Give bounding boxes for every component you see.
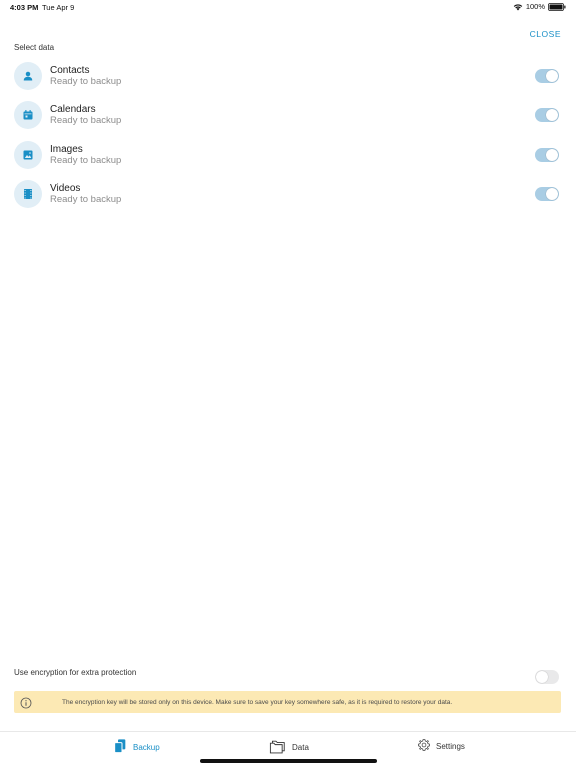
encryption-label: Use encryption for extra protection [14,668,137,677]
toggle-knob [546,187,558,200]
data-list: Contacts Ready to backup Calendars Ready… [0,60,576,217]
home-indicator [200,759,377,763]
item-status: Ready to backup [50,115,122,127]
status-right: 100% [513,2,566,11]
list-item-videos[interactable]: Videos Ready to backup [0,178,576,217]
tab-backup[interactable]: Backup [112,738,160,756]
image-icon [14,140,42,169]
info-icon [20,696,32,709]
list-item-contacts[interactable]: Contacts Ready to backup [0,60,576,99]
images-toggle[interactable] [535,147,559,162]
status-date: Tue Apr 9 [42,3,75,12]
item-label: Calendars [50,104,96,116]
video-icon [14,179,42,208]
item-status: Ready to backup [50,76,122,87]
toggle-knob [546,109,558,122]
encryption-info-text: The encryption key will be stored only o… [62,698,453,706]
tab-data[interactable]: Data [269,738,309,756]
section-title: Select data [14,43,55,52]
folder-icon [269,738,287,756]
toggle-knob [536,671,548,683]
encryption-info-box: The encryption key will be stored only o… [14,691,561,713]
backup-icon [112,738,128,756]
status-bar: 4:03 PM Tue Apr 9 100% [0,0,576,14]
item-label: Images [50,143,83,155]
contacts-icon [14,62,42,90]
battery-percent: 100% [525,2,545,11]
item-label: Contacts [50,65,90,76]
wifi-icon [513,3,523,11]
videos-toggle[interactable] [535,186,559,201]
calendars-toggle[interactable] [535,108,559,123]
calendar-icon [14,101,42,130]
close-button[interactable]: CLOSE [530,29,561,39]
tab-settings[interactable]: Settings [417,738,465,754]
list-item-images[interactable]: Images Ready to backup [0,139,576,178]
status-time: 4:03 PM [10,3,39,12]
tab-label: Settings [436,741,465,751]
encryption-toggle[interactable] [535,670,559,684]
tab-label: Data [292,742,309,752]
contacts-toggle[interactable] [535,69,559,83]
gear-icon [417,738,431,754]
item-status: Ready to backup [50,154,122,166]
item-status: Ready to backup [50,193,122,205]
tab-label: Backup [133,742,160,752]
toggle-knob [546,70,558,82]
battery-icon [548,2,566,11]
toggle-knob [546,148,558,161]
list-item-calendars[interactable]: Calendars Ready to backup [0,99,576,138]
item-label: Videos [50,182,81,194]
